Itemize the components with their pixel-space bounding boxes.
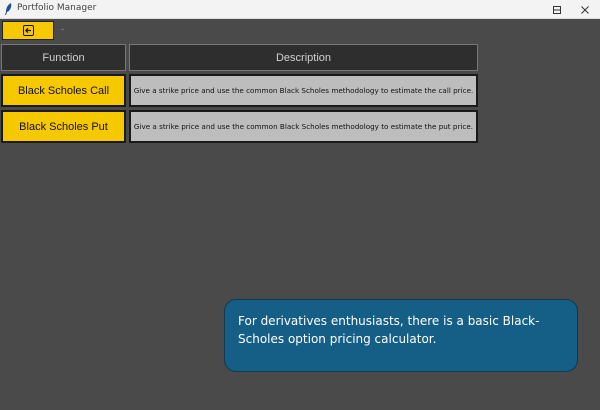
back-button[interactable] bbox=[2, 21, 54, 40]
info-callout: For derivatives enthusiasts, there is a … bbox=[224, 299, 578, 372]
black-scholes-call-description: Give a strike price and use the common B… bbox=[129, 74, 478, 107]
status-text: - bbox=[61, 24, 64, 34]
close-icon bbox=[581, 5, 589, 14]
window-title: Portfolio Manager bbox=[17, 3, 97, 13]
column-header-description: Description bbox=[129, 44, 478, 71]
feather-icon bbox=[5, 3, 12, 15]
black-scholes-put-button[interactable]: Black Scholes Put bbox=[1, 110, 126, 143]
maximize-icon bbox=[553, 5, 561, 14]
back-arrow-icon bbox=[22, 25, 34, 36]
black-scholes-put-description: Give a strike price and use the common B… bbox=[129, 110, 478, 143]
close-button[interactable] bbox=[571, 0, 599, 19]
maximize-button[interactable] bbox=[543, 0, 571, 19]
column-header-function: Function bbox=[1, 44, 126, 71]
title-bar: Portfolio Manager bbox=[0, 0, 600, 19]
minimize-button-area bbox=[515, 0, 543, 19]
black-scholes-call-button[interactable]: Black Scholes Call bbox=[1, 74, 126, 107]
